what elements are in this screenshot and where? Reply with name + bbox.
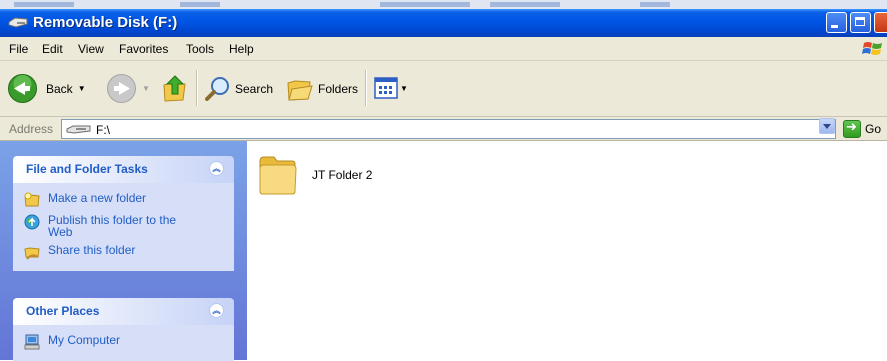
file-folder-tasks-panel: File and Folder Tasks ︽ Make a new folde… <box>13 156 234 271</box>
task-publish-to-web[interactable]: Publish this folder to the Web <box>13 211 234 241</box>
go-button[interactable]: Go <box>843 120 881 138</box>
folder-icon <box>259 156 297 195</box>
address-label: Address <box>9 122 54 136</box>
maximize-button[interactable] <box>850 12 871 33</box>
panel-header[interactable]: Other Places ︽ <box>13 298 234 325</box>
search-label: Search <box>235 82 274 96</box>
task-share-folder[interactable]: Share this folder <box>13 241 234 263</box>
place-my-computer[interactable]: My Computer <box>13 331 234 353</box>
drive-icon <box>66 125 91 134</box>
task-make-new-folder[interactable]: Make a new folder <box>13 189 234 211</box>
title-bar[interactable]: Removable Disk (F:) <box>0 9 887 37</box>
collapse-chevron-icon[interactable]: ︽ <box>209 161 224 176</box>
forward-button[interactable]: ▼ <box>106 73 150 104</box>
background-strip <box>0 0 887 9</box>
publish-web-icon <box>24 214 40 230</box>
minimize-button[interactable] <box>826 12 847 33</box>
panel-header[interactable]: File and Folder Tasks ︽ <box>13 156 234 183</box>
menu-edit[interactable]: Edit <box>42 42 63 56</box>
file-list-view: JT Folder 2 <box>247 141 887 360</box>
up-folder-button[interactable] <box>161 73 189 103</box>
folders-label: Folders <box>318 82 359 96</box>
other-places-panel: Other Places ︽ My Computer <box>13 298 234 361</box>
search-button[interactable]: Search <box>205 76 273 102</box>
back-label: Back <box>46 81 73 96</box>
back-arrow-icon <box>8 74 37 103</box>
menu-view[interactable]: View <box>78 42 104 56</box>
menu-tools[interactable]: Tools <box>186 42 214 56</box>
address-bar: Address F:\ Go <box>0 117 887 141</box>
toolbar: Back ▼ ▼ Search Folders ▼ <box>0 61 887 117</box>
task-pane: File and Folder Tasks ︽ Make a new folde… <box>0 141 247 361</box>
new-folder-icon <box>24 192 40 207</box>
collapse-chevron-icon[interactable]: ︽ <box>209 303 224 318</box>
window-title: Removable Disk (F:) <box>33 14 178 31</box>
folder-name: JT Folder 2 <box>312 167 373 182</box>
go-arrow-icon <box>843 120 861 138</box>
menu-help[interactable]: Help <box>229 42 254 56</box>
folder-item[interactable]: JT Folder 2 <box>258 153 372 196</box>
windows-logo-icon <box>862 42 882 55</box>
forward-dropdown-icon[interactable]: ▼ <box>142 84 150 93</box>
panel-title: Other Places <box>26 304 100 318</box>
back-dropdown-icon[interactable]: ▼ <box>78 84 86 93</box>
address-value: F:\ <box>96 123 110 137</box>
menu-bar: File Edit View Favorites Tools Help <box>0 37 887 61</box>
views-button[interactable]: ▼ <box>374 77 408 99</box>
folders-button[interactable]: Folders <box>286 75 358 103</box>
address-dropdown-button[interactable] <box>819 118 835 134</box>
close-button[interactable] <box>874 12 887 33</box>
views-icon <box>374 77 398 99</box>
share-folder-icon <box>24 247 40 260</box>
my-computer-icon <box>24 334 40 350</box>
folders-icon <box>287 80 313 101</box>
menu-favorites[interactable]: Favorites <box>119 42 168 56</box>
go-label: Go <box>865 122 882 136</box>
back-button[interactable]: Back ▼ <box>7 73 86 104</box>
menu-file[interactable]: File <box>9 42 28 56</box>
forward-arrow-icon <box>107 74 136 103</box>
views-dropdown-icon[interactable]: ▼ <box>400 84 408 93</box>
drive-icon <box>8 17 28 28</box>
up-folder-icon <box>163 75 186 102</box>
address-field[interactable]: F:\ <box>61 119 836 139</box>
search-icon <box>205 77 229 101</box>
panel-title: File and Folder Tasks <box>26 162 148 176</box>
